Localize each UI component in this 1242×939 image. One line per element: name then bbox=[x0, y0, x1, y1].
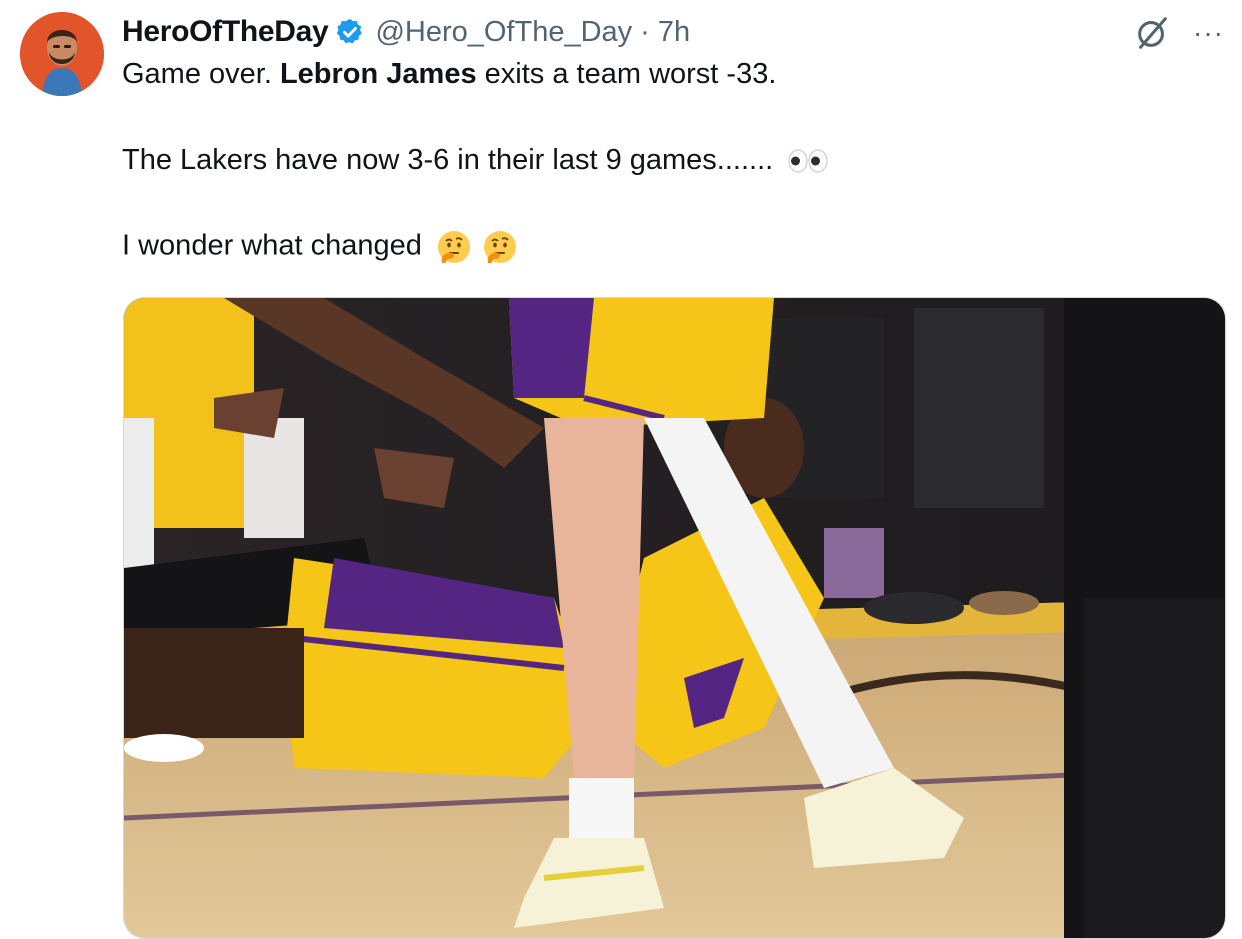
more-icon[interactable]: ··· bbox=[1193, 19, 1224, 47]
thinking-face-emoji-icon bbox=[437, 231, 470, 263]
header-separator: · bbox=[640, 15, 650, 48]
tweet-card: HeroOfTheDay @Hero_OfThe_Day · 7h ··· Ga… bbox=[0, 0, 1242, 939]
tweet-text-line-3-text: I wonder what changed bbox=[122, 229, 422, 262]
tweet-media-photo[interactable] bbox=[123, 297, 1226, 939]
grok-icon[interactable] bbox=[1133, 14, 1171, 52]
tweet-text-line-1-start: Game over. bbox=[122, 58, 280, 90]
author-display-name[interactable]: HeroOfTheDay bbox=[122, 15, 329, 49]
basketball-court-photo-icon bbox=[124, 298, 1225, 938]
tweet-text-line-2: The Lakers have now 3-6 in their last 9 … bbox=[122, 144, 829, 177]
author-avatar[interactable] bbox=[20, 12, 104, 96]
thinking-face-emoji-icon bbox=[484, 231, 516, 263]
author-handle[interactable]: @Hero_OfThe_Day bbox=[375, 16, 632, 49]
tweet-text-line-3: I wonder what changed bbox=[122, 229, 518, 265]
tweet-text-line-2-text: The Lakers have now 3-6 in their last 9 … bbox=[122, 144, 774, 176]
tweet-timestamp[interactable]: 7h bbox=[658, 16, 690, 49]
tweet-actions: ··· bbox=[1133, 14, 1224, 52]
avatar-portrait-icon bbox=[20, 12, 104, 96]
eyes-emoji-icon bbox=[788, 149, 828, 173]
tweet-header: HeroOfTheDay @Hero_OfThe_Day · 7h bbox=[122, 12, 690, 52]
verified-badge-icon bbox=[337, 18, 363, 44]
tweet-text-line-1-end: exits a team worst -33. bbox=[476, 58, 777, 90]
tweet-text-bold-name: Lebron James bbox=[279, 58, 477, 90]
tweet-text-line-1: Game over. Lebron James exits a team wor… bbox=[122, 58, 776, 91]
